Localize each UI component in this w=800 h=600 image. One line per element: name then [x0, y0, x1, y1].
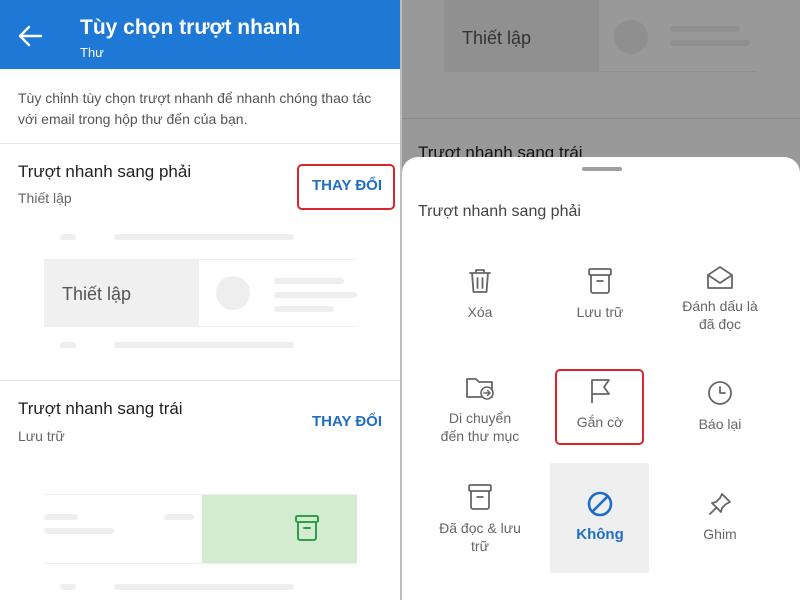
preview-placeholder-bar: [274, 292, 357, 298]
option-pin[interactable]: Ghim: [671, 491, 769, 543]
preview-placeholder-bar: [44, 528, 114, 534]
trash-icon: [469, 269, 491, 293]
option-label: Lưu trữ: [576, 304, 624, 320]
option-snooze[interactable]: Báo lại: [671, 379, 769, 433]
sheet-drag-handle[interactable]: [582, 167, 622, 171]
open-envelope-icon: [707, 266, 733, 289]
option-archive[interactable]: Lưu trữ: [551, 267, 649, 321]
option-label: Đã đọc & lưu trữ: [439, 520, 521, 554]
right-screen: Thiết lập Trượt nhanh sang trái Trượt nh…: [402, 0, 800, 600]
preview-placeholder-bar: [114, 584, 294, 590]
clock-icon: [708, 381, 732, 405]
page-subtitle: Thư: [80, 45, 104, 60]
preview-placeholder-bar: [60, 234, 76, 240]
option-label: Di chuyển đến thư mục: [440, 410, 520, 444]
app-bar: Tùy chọn trượt nhanh Thư: [0, 0, 400, 69]
preview-placeholder-bar: [60, 342, 76, 348]
description-text: Tùy chỉnh tùy chọn trượt nhanh để nhanh …: [18, 90, 372, 127]
swipe-right-title: Trượt nhanh sang phải: [18, 162, 192, 181]
swipe-right-preview: Thiết lập: [44, 228, 357, 352]
archive-icon: [295, 515, 319, 541]
option-delete[interactable]: Xóa: [431, 267, 529, 321]
preview-avatar: [216, 276, 250, 310]
preview-placeholder-bar: [114, 342, 294, 348]
swipe-left-preview: [44, 462, 357, 600]
preview-action-label: Thiết lập: [62, 284, 132, 304]
left-screen: Tùy chọn trượt nhanh Thư Tùy chỉnh tùy c…: [0, 0, 400, 600]
option-label: Báo lại: [698, 416, 742, 432]
move-folder-icon: [466, 378, 494, 400]
page-title: Tùy chọn trượt nhanh: [80, 16, 301, 39]
swipe-left-change-button[interactable]: THAY ĐỔI: [312, 413, 382, 430]
preview-placeholder-bar: [114, 234, 294, 240]
divider: [0, 380, 400, 381]
option-none[interactable]: Không: [551, 490, 649, 544]
preview-placeholder-bar: [274, 278, 344, 284]
option-label: Đánh dấu là đã đọc: [682, 298, 758, 332]
archive-icon: [588, 268, 612, 294]
swipe-right-value: Thiết lập: [18, 190, 72, 206]
highlight-box: [555, 369, 644, 445]
swipe-left-title: Trượt nhanh sang trái: [18, 399, 183, 418]
preview-placeholder-bar: [60, 584, 76, 590]
preview-placeholder-bar: [164, 514, 194, 520]
back-arrow-icon[interactable]: [16, 22, 44, 50]
pin-icon: [709, 493, 731, 515]
highlight-box: [297, 164, 395, 210]
option-read-archive[interactable]: Đã đọc & lưu trữ: [431, 483, 529, 555]
option-mark-read[interactable]: Đánh dấu là đã đọc: [671, 265, 769, 333]
preview-row-line: [44, 563, 357, 564]
divider: [0, 143, 400, 144]
option-label: Không: [576, 526, 624, 543]
sheet-title: Trượt nhanh sang phải: [418, 203, 581, 220]
prohibited-icon: [587, 491, 613, 517]
preview-placeholder-bar: [274, 306, 334, 312]
option-move-folder[interactable]: Di chuyển đến thư mục: [431, 375, 529, 445]
preview-action-area: [202, 495, 357, 563]
swipe-left-value: Lưu trữ: [18, 428, 65, 444]
option-label: Ghim: [703, 526, 737, 542]
preview-placeholder-bar: [44, 514, 78, 520]
preview-row-line: [44, 326, 357, 327]
option-label: Xóa: [467, 304, 493, 320]
bottom-sheet: Trượt nhanh sang phải Xóa Lưu trữ Đánh d…: [402, 157, 800, 600]
archive-icon: [468, 484, 492, 510]
